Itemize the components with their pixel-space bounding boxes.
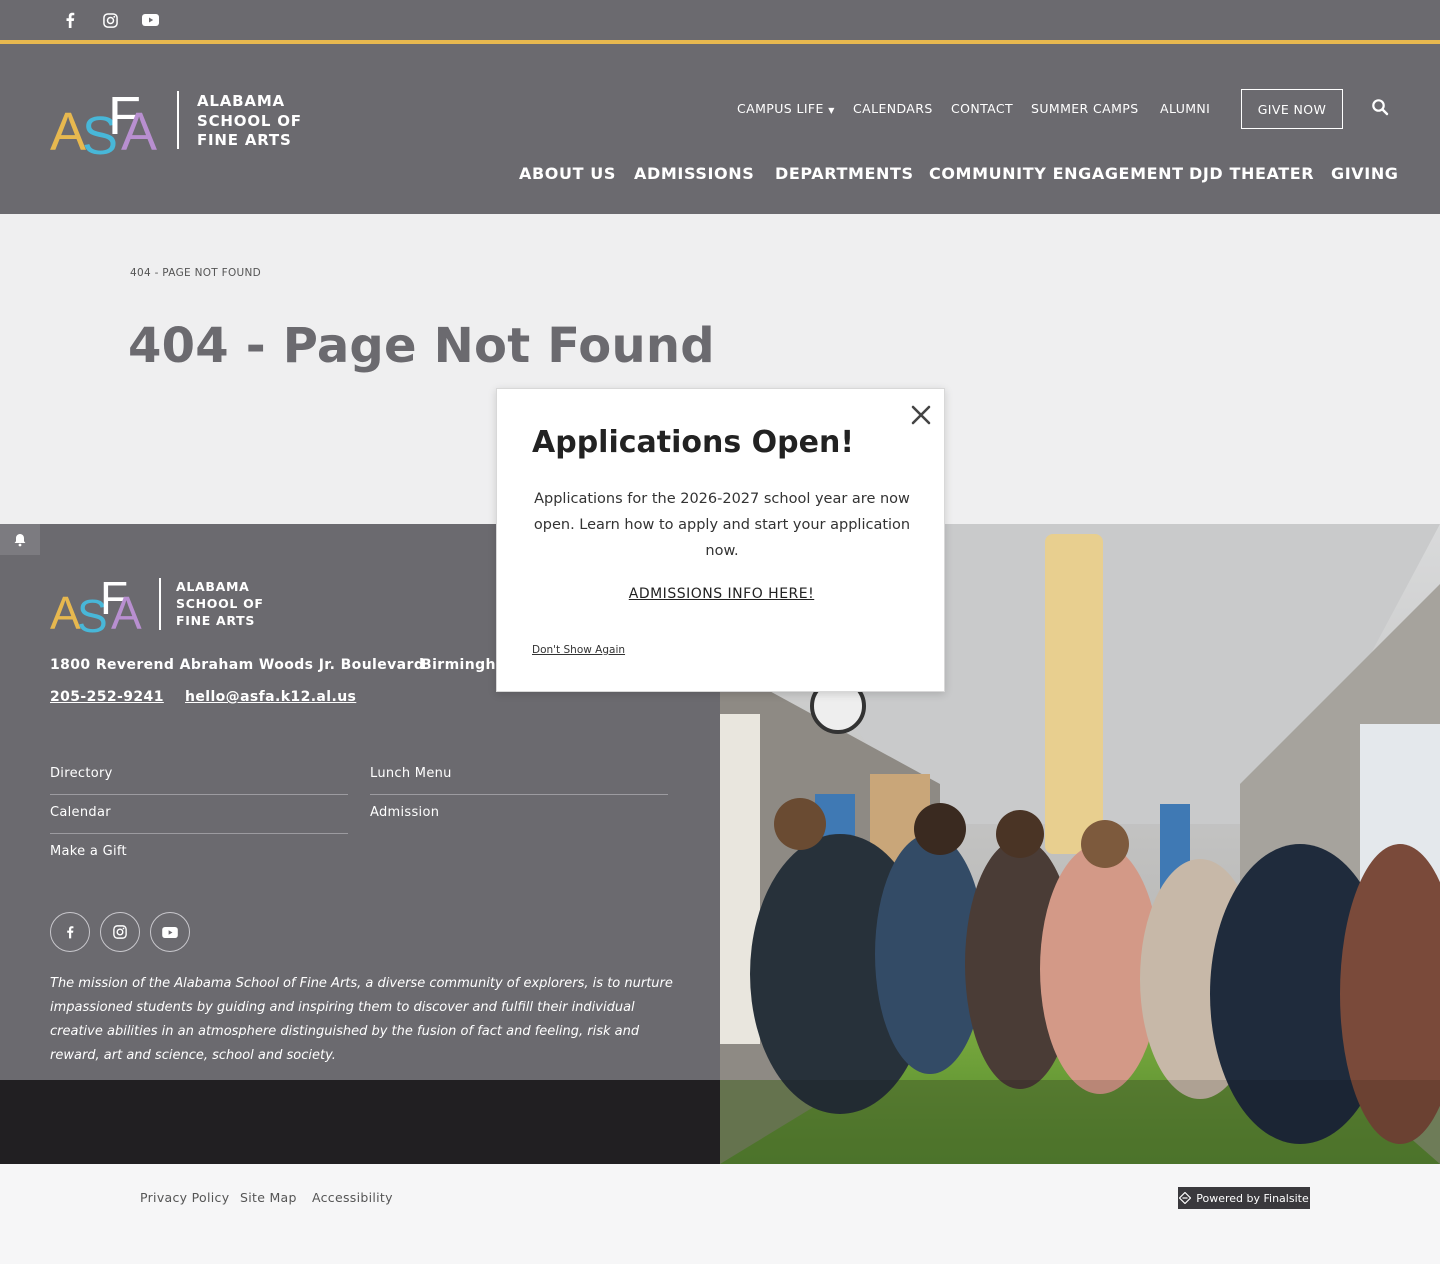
search-icon[interactable] — [1371, 98, 1389, 116]
logo-line: FINE ARTS — [176, 613, 256, 628]
logo-line: ALABAMA — [176, 579, 250, 594]
footer-link-calendar[interactable]: Calendar — [50, 805, 111, 820]
give-now-button[interactable]: GIVE NOW — [1241, 89, 1343, 129]
top-bar — [0, 0, 1440, 40]
breadcrumb: 404 - PAGE NOT FOUND — [130, 267, 262, 279]
footer-logo-divider — [159, 578, 161, 630]
svg-text:A: A — [111, 587, 142, 636]
footer-address: 1800 Reverend Abraham Woods Jr. Boulevar… — [50, 657, 425, 673]
page-title: 404 - Page Not Found — [128, 318, 715, 374]
footer-dark-band — [0, 1080, 720, 1164]
nav-calendars[interactable]: CALENDARS — [853, 101, 933, 116]
site-header: A S F A ALABAMA SCHOOL OF FINE ARTS CAMP… — [0, 44, 1440, 214]
nav-djd-theater[interactable]: DJD THEATER — [1189, 164, 1314, 183]
logo-line: SCHOOL OF — [197, 111, 302, 130]
mission-statement: The mission of the Alabama School of Fin… — [50, 976, 673, 1063]
modal-body: Applications for the 2026-2027 school ye… — [533, 491, 911, 559]
footer-youtube-icon[interactable] — [150, 912, 190, 952]
facebook-icon[interactable] — [60, 10, 80, 30]
footer-link-admission[interactable]: Admission — [370, 805, 439, 820]
footer-facebook-icon[interactable] — [50, 912, 90, 952]
close-icon[interactable] — [909, 403, 933, 427]
nav-summer-camps[interactable]: SUMMER CAMPS — [1031, 101, 1139, 116]
svg-text:A: A — [50, 102, 86, 159]
logo-line: FINE ARTS — [197, 131, 292, 149]
nav-contact[interactable]: CONTACT — [951, 101, 1013, 116]
nav-departments[interactable]: DEPARTMENTS — [775, 164, 914, 183]
footer-link-make-a-gift[interactable]: Make a Gift — [50, 844, 127, 859]
nav-about-us[interactable]: ABOUT US — [519, 164, 616, 183]
footer-city: Birmingha — [421, 657, 506, 673]
youtube-icon[interactable] — [140, 10, 160, 30]
bell-icon[interactable] — [0, 524, 40, 555]
caret-down-icon: ▼ — [828, 106, 835, 115]
nav-community-engagement[interactable]: COMMUNITY ENGAGEMENT — [929, 164, 1184, 183]
logo-divider — [177, 91, 179, 149]
finalsite-icon — [1179, 1192, 1192, 1204]
site-map-link[interactable]: Site Map — [240, 1190, 297, 1205]
nav-admissions[interactable]: ADMISSIONS — [634, 164, 754, 183]
logo-line: ALABAMA — [197, 92, 285, 110]
footer-logo-wordmark: ALABAMA SCHOOL OF FINE ARTS — [176, 578, 264, 629]
accessibility-link[interactable]: Accessibility — [312, 1190, 393, 1205]
privacy-policy-link[interactable]: Privacy Policy — [140, 1190, 229, 1205]
svg-text:A: A — [121, 102, 157, 159]
divider — [50, 833, 348, 834]
powered-by-finalsite-badge[interactable]: Powered by Finalsite — [1178, 1187, 1310, 1209]
footer-link-lunch-menu[interactable]: Lunch Menu — [370, 766, 452, 781]
admissions-info-link[interactable]: ADMISSIONS INFO HERE! — [497, 586, 946, 602]
instagram-icon[interactable] — [100, 10, 120, 30]
logo-wordmark: ALABAMA SCHOOL OF FINE ARTS — [197, 92, 302, 151]
dont-show-again-link[interactable]: Don't Show Again — [532, 644, 625, 656]
modal-title: Applications Open! — [532, 425, 855, 460]
footer-phone-link[interactable]: 205-252-9241 — [50, 689, 164, 705]
nav-alumni[interactable]: ALUMNI — [1160, 101, 1210, 116]
nav-campus-life[interactable]: CAMPUS LIFE ▼ — [737, 101, 835, 116]
powered-by-label: Powered by Finalsite — [1196, 1191, 1309, 1205]
bottom-bar — [0, 1164, 1440, 1264]
divider — [370, 794, 668, 795]
footer-email-link[interactable]: hello@asfa.k12.al.us — [185, 689, 356, 705]
divider — [50, 794, 348, 795]
applications-modal: Applications Open! Applications for the … — [496, 388, 945, 692]
footer-instagram-icon[interactable] — [100, 912, 140, 952]
logo-line: SCHOOL OF — [176, 596, 264, 611]
footer-link-directory[interactable]: Directory — [50, 766, 113, 781]
nav-giving[interactable]: GIVING — [1331, 164, 1399, 183]
